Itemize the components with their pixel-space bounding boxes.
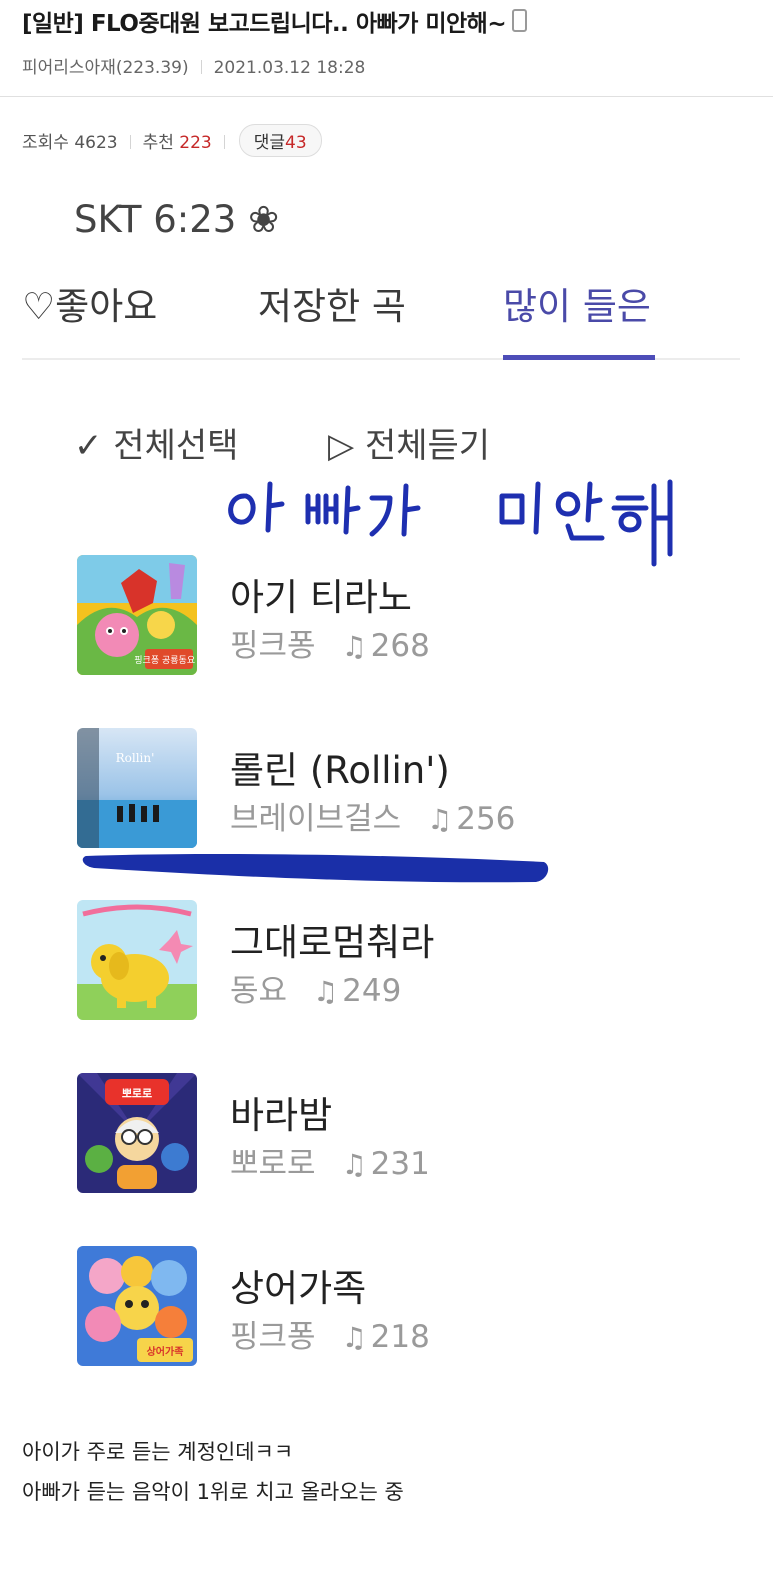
recommend-label: 추천: [142, 133, 174, 153]
views-label: 조회수: [22, 133, 69, 153]
song-meta: 브레이브걸스 ♫ 256: [230, 793, 515, 838]
song-row-baby-shark[interactable]: 상어가족 상어가족 핑크퐁 ♫ 218: [77, 1246, 677, 1368]
song-title: 롤린 (Rollin'): [230, 749, 450, 792]
recommend-count: 223: [179, 133, 212, 153]
post-meta: 피어리스아재(223.39) 2021.03.12 18:28: [22, 53, 365, 78]
song-meta: 핑크퐁 ♫ 218: [230, 1311, 430, 1356]
select-all-button[interactable]: ✓ 전체선택: [74, 418, 238, 467]
song-artist: 핑크퐁: [230, 1319, 316, 1355]
comments-count: 43: [285, 133, 307, 153]
album-art-label: 상어가족: [147, 1345, 184, 1358]
post-stats: 조회수 4623 추천 223 댓글43: [22, 124, 322, 157]
album-art: Rollin': [77, 728, 197, 848]
play-all-button[interactable]: ▷ 전체듣기: [328, 418, 490, 467]
song-artist: 뽀로로: [230, 1146, 316, 1182]
album-art: 뽀로로: [77, 1073, 197, 1193]
song-artist: 브레이브걸스: [230, 801, 402, 837]
marker-underline: [82, 854, 549, 883]
post-datetime: 2021.03.12 18:28: [213, 58, 366, 78]
phone-status-bar: SKT 6:23 ❀: [74, 198, 280, 241]
post-title[interactable]: [일반] FLO중대원 보고드립니다.. 아빠가 미안해~: [22, 4, 528, 38]
album-art-label: Rollin': [116, 751, 155, 765]
music-note-icon: ♫: [427, 803, 453, 836]
play-count: 231: [370, 1146, 430, 1182]
active-tab-indicator: [503, 355, 655, 360]
song-row-baby-tyranno[interactable]: 핑크퐁 공룡동요 2 아기 티라노 핑크퐁 ♫ 268: [77, 555, 677, 677]
album-art-label: 뽀로로: [122, 1087, 152, 1100]
comments-label: 댓글: [253, 133, 286, 153]
music-note-icon: ♫: [341, 630, 367, 663]
play-count: 256: [456, 801, 516, 837]
song-row-freeze[interactable]: 그대로멈춰라 동요 ♫ 249: [77, 900, 677, 1022]
song-meta: 핑크퐁 ♫ 268: [230, 620, 430, 665]
mobile-icon: [512, 9, 528, 32]
song-row-rollin[interactable]: Rollin' 롤린 (Rollin') 브레이브걸스 ♫ 256: [77, 728, 677, 850]
tab-saved-songs[interactable]: 저장한 곡: [258, 276, 406, 330]
album-art-label: 핑크퐁 공룡동요 2: [134, 655, 197, 666]
tab-most-played[interactable]: 많이 들은: [503, 276, 651, 330]
stats-separator: [223, 135, 225, 149]
views-count: 4623: [74, 133, 118, 153]
song-meta: 동요 ♫ 249: [230, 965, 401, 1010]
header-divider: [0, 96, 773, 97]
song-title: 상어가족: [230, 1267, 367, 1310]
song-title: 아기 티라노: [230, 576, 412, 619]
music-note-icon: ♫: [313, 975, 339, 1008]
song-title: 바라밤: [230, 1094, 333, 1137]
meta-separator: [200, 60, 202, 74]
comments-button[interactable]: 댓글43: [238, 124, 322, 157]
music-note-icon: ♫: [341, 1321, 367, 1354]
album-art: 상어가족: [77, 1246, 197, 1366]
post-title-text: [일반] FLO중대원 보고드립니다.. 아빠가 미안해~: [22, 11, 507, 37]
play-count: 249: [342, 973, 402, 1009]
author-name[interactable]: 피어리스아재(223.39): [22, 58, 189, 78]
song-title: 그대로멈춰라: [230, 921, 435, 964]
play-count: 268: [370, 628, 430, 664]
song-artist: 핑크퐁: [230, 628, 316, 664]
music-note-icon: ♫: [341, 1148, 367, 1181]
stats-separator: [129, 135, 131, 149]
post-body-line-1: 아이가 주로 듣는 계정인데ㅋㅋ: [22, 1440, 294, 1464]
song-row-barabam[interactable]: 뽀로로 바라밤 뽀로로 ♫ 231: [77, 1073, 677, 1195]
post-body-line-2: 아빠가 듣는 음악이 1위로 치고 올라오는 중: [22, 1480, 404, 1504]
song-meta: 뽀로로 ♫ 231: [230, 1138, 430, 1183]
album-art: 핑크퐁 공룡동요 2: [77, 555, 197, 675]
tab-likes[interactable]: ♡좋아요: [22, 276, 157, 330]
song-artist: 동요: [230, 973, 288, 1009]
play-count: 218: [370, 1319, 430, 1355]
album-art: [77, 900, 197, 1020]
